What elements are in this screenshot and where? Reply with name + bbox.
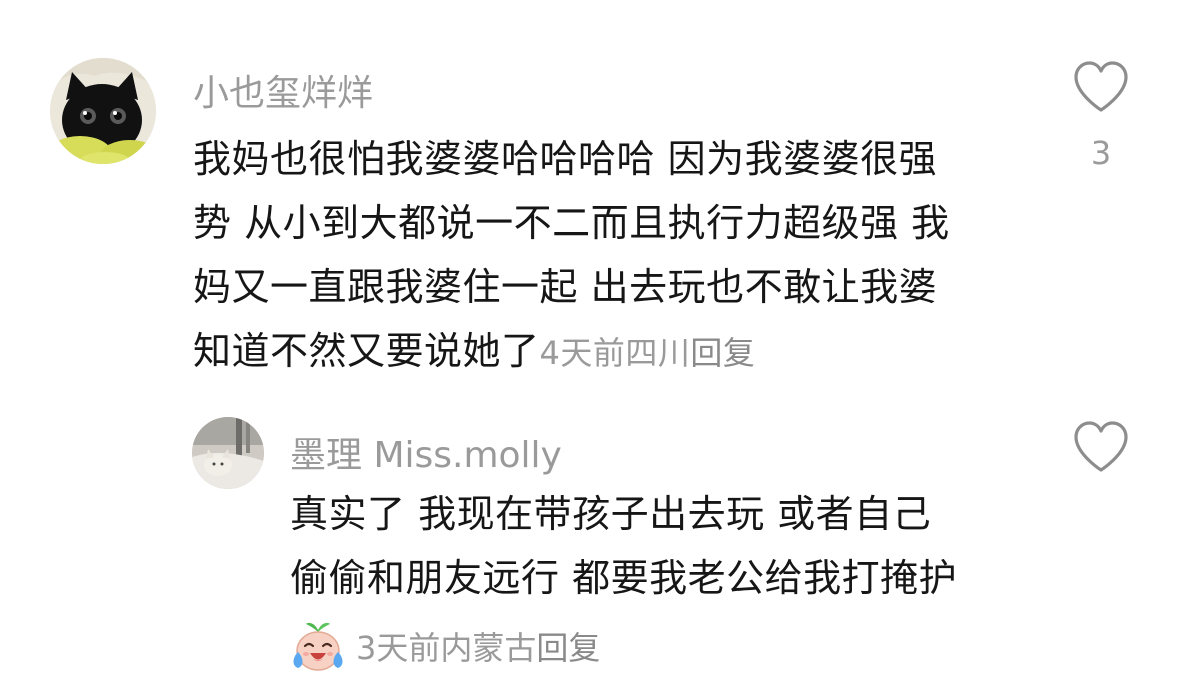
reply-comment-item: 墨理 Miss.molly 真实了 我现在带孩子出去玩 或者自己 偷偷和朋友远行… [0, 400, 1179, 699]
cat-on-bed-avatar-icon [192, 417, 264, 489]
comment-text-line: 妈又一直跟我婆住一起 出去玩也不敢让我婆 [193, 265, 938, 309]
crying-laughing-emoji-icon [293, 622, 343, 671]
comment-time: 3天前 [356, 629, 441, 667]
comment-text-line: 偷偷和朋友远行 都要我老公给我打掩护 [290, 556, 958, 600]
comment-text-line: 真实了 我现在带孩子出去玩 或者自己 [290, 492, 932, 536]
reply-button[interactable]: 回复 [536, 623, 600, 669]
comment-time: 4天前 [539, 334, 626, 372]
comment-item: 小也玺烊烊 我妈也很怕我婆婆哈哈哈哈 因为我婆婆很强 势 从小到大都说一不二而且… [0, 0, 1179, 400]
comment-location: 内蒙古 [440, 629, 537, 667]
username[interactable]: 墨理 Miss.molly [290, 426, 562, 478]
like-count: 3 [1090, 134, 1112, 172]
comment-text-line-last: 知道不然又要说她了4天前四川回复 [193, 319, 1013, 385]
comment-text-line: 势 从小到大都说一不二而且执行力超级强 我 [193, 201, 950, 245]
comment-text-tail: 知道不然又要说她了 [193, 329, 540, 373]
avatar[interactable] [50, 58, 156, 164]
like-button[interactable]: 3 [1071, 60, 1131, 172]
username[interactable]: 小也玺烊烊 [193, 64, 373, 116]
comment-location: 四川 [625, 334, 691, 372]
heart-icon [1074, 421, 1128, 472]
like-button[interactable] [1071, 420, 1131, 474]
comment-text-line: 我妈也很怕我婆婆哈哈哈哈 因为我婆婆很强 [193, 137, 938, 181]
heart-icon [1074, 61, 1128, 112]
reply-button[interactable]: 回复 [690, 334, 755, 372]
comment-text: 我妈也很怕我婆婆哈哈哈哈 因为我婆婆很强 势 从小到大都说一不二而且执行力超级强… [193, 127, 1013, 385]
comment-text: 真实了 我现在带孩子出去玩 或者自己 偷偷和朋友远行 都要我老公给我打掩护 [290, 482, 1010, 610]
avatar[interactable] [192, 417, 264, 489]
black-cat-avatar-icon [50, 58, 156, 164]
comment-meta: 3天前 内蒙古 回复 [290, 618, 600, 674]
